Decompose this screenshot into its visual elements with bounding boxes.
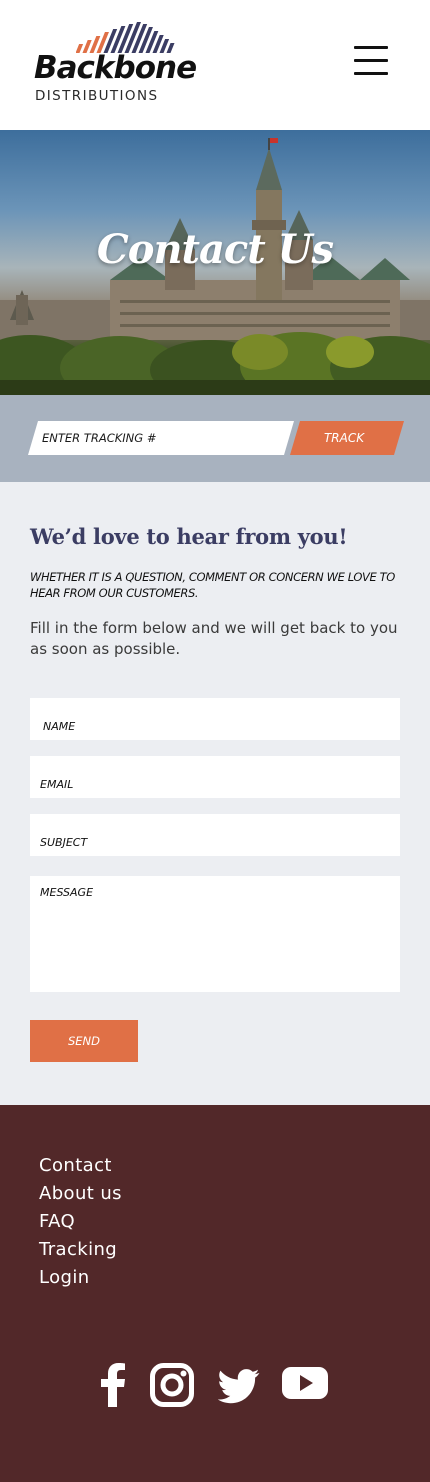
track-button[interactable]: TRACK — [290, 421, 404, 455]
message-field[interactable] — [30, 876, 400, 992]
footer-link-contact[interactable]: Contact — [39, 1155, 112, 1176]
facebook-icon[interactable] — [100, 1363, 126, 1411]
contact-description: Fill in the form below and we will get b… — [30, 619, 398, 658]
logo-wordmark: Backbone — [34, 50, 197, 86]
backbone-logo[interactable]: Backbone DISTRIBUTIONS — [34, 22, 214, 106]
social-links — [0, 1363, 430, 1413]
footer-link-faq[interactable]: FAQ — [39, 1211, 75, 1232]
send-button[interactable]: SEND — [30, 1020, 138, 1062]
footer-link-login[interactable]: Login — [39, 1267, 90, 1288]
logo-tagline: DISTRIBUTIONS — [35, 88, 159, 104]
contact-subheading: WHETHER IT IS A QUESTION, COMMENT OR CON… — [30, 570, 395, 600]
instagram-icon[interactable] — [150, 1363, 194, 1411]
footer-link-tracking[interactable]: Tracking — [39, 1239, 117, 1260]
twitter-icon[interactable] — [217, 1363, 260, 1411]
name-field[interactable] — [30, 698, 400, 740]
contact-section: We’d love to hear from you! WHETHER IT I… — [0, 482, 430, 1105]
hero-banner: Contact Us — [0, 130, 430, 395]
email-field[interactable] — [30, 756, 400, 798]
tracking-number-input[interactable] — [28, 421, 294, 455]
tracking-bar: TRACK — [0, 395, 430, 482]
footer-link-about-us[interactable]: About us — [39, 1183, 122, 1204]
youtube-icon[interactable] — [282, 1363, 328, 1405]
site-header: Backbone DISTRIBUTIONS — [0, 0, 430, 130]
contact-heading: We’d love to hear from you! — [30, 524, 348, 549]
hamburger-icon[interactable] — [352, 44, 390, 78]
page-title: Contact Us — [96, 226, 334, 273]
subject-field[interactable] — [30, 814, 400, 856]
site-footer: Contact About us FAQ Tracking Login — [0, 1105, 430, 1482]
footer-nav: Contact About us FAQ Tracking Login — [39, 1155, 122, 1295]
